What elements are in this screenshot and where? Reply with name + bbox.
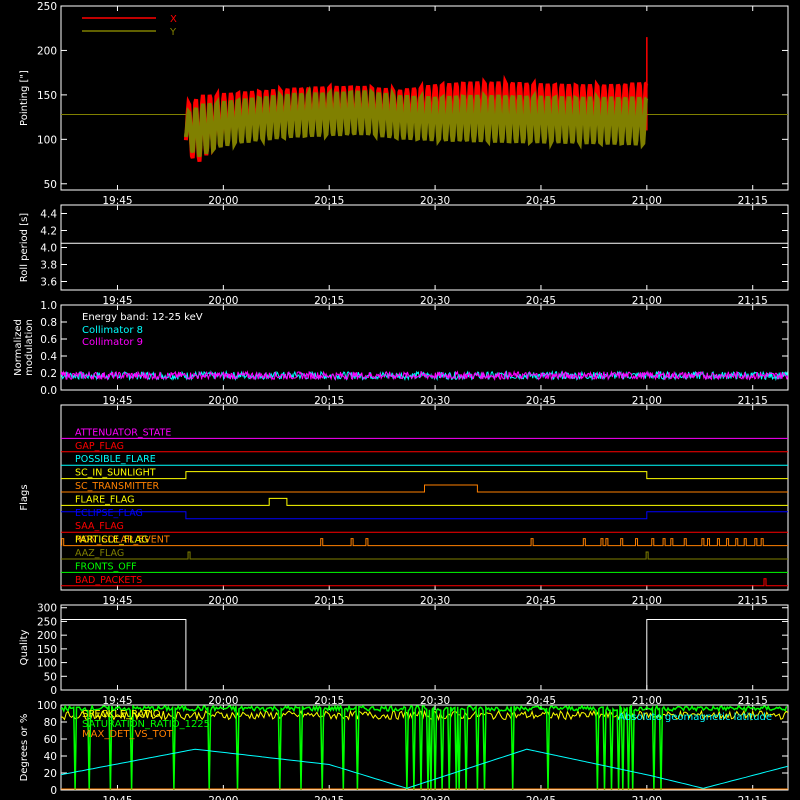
y-axis-label: Normalized — [13, 319, 24, 376]
legend-label-collimator-8: Collimator 8 — [82, 325, 143, 336]
flag-line-bad-packets — [61, 578, 788, 587]
modulation-plot-area — [61, 369, 788, 382]
x-tick-label: 20:30 — [420, 795, 450, 800]
y-tick-label: 50 — [44, 671, 57, 683]
pointing-plot-area — [61, 37, 788, 162]
y-tick-label: 150 — [37, 90, 57, 102]
lightcurve-figure: 19:45 20:00 20:15 20:30 20:45 21:00 21:1550100… — [13, 1, 789, 800]
panel-5: 19:45 20:00 20:15 20:30 20:45 21:00 21:1505010… — [19, 603, 789, 707]
y-axis-label: modulation — [24, 319, 35, 376]
y-tick-label: 150 — [37, 644, 57, 656]
flag-label-eclipse-flag: ECLIPSE_FLAG — [75, 508, 143, 519]
panel-1: 19:45 20:00 20:15 20:30 20:45 21:00 21:1550100… — [19, 1, 789, 207]
y-tick-label: 80 — [44, 717, 57, 729]
y-tick-label: 0.6 — [40, 334, 57, 346]
flag-label-aaz-flag: AAZ_FLAG — [75, 548, 124, 559]
flag-label-particle-flag: PARTICLE_FLAG — [75, 535, 148, 546]
y-tick-label: 100 — [37, 700, 57, 712]
x-tick-label: 21:15 — [738, 795, 768, 800]
y-tick-label: 250 — [37, 1, 57, 13]
y-tick-label: 0.0 — [40, 385, 57, 397]
y-axis-label: Pointing ["] — [19, 70, 30, 126]
y-tick-label: 200 — [37, 45, 57, 57]
y-tick-label: 40 — [44, 751, 57, 763]
panel-2: 19:45 20:00 20:15 20:30 20:45 21:00 21:153.63.… — [19, 204, 789, 307]
y-tick-label: 0.2 — [40, 368, 57, 380]
flag-line-sc-transmitter — [61, 484, 788, 493]
quality-line — [61, 619, 788, 691]
panel-4: 19:45 20:00 20:15 20:30 20:45 21:00 21:15Flags… — [19, 404, 789, 607]
panel-6: 19:45 20:00 20:15 20:30 20:45 21:00 21:15 0 20 40… — [19, 700, 789, 800]
y-tick-label: 0.8 — [40, 317, 57, 329]
x-tick-label: 20:00 — [208, 795, 238, 800]
y-tick-label: 3.6 — [40, 277, 57, 289]
flag-line-flare-flag — [61, 497, 788, 506]
y-tick-label: 0 — [50, 685, 57, 697]
flag-label-gap-flag: GAP_FLAG — [75, 441, 124, 452]
flag-line-sc-in-sunlight — [61, 471, 788, 480]
flag-line-aaz-flag — [61, 551, 788, 560]
y-tick-label: 4.4 — [40, 209, 57, 221]
x-tick-label: 20:45 — [526, 795, 556, 800]
legend-label-collimator-9: Collimator 9 — [82, 337, 143, 348]
legend-label-geomagnetic-latitude: Absolute geomagnetic latitude — [618, 712, 772, 723]
flag-label-saa-flag: SAA_FLAG — [75, 521, 124, 532]
legend-label-y: Y — [169, 27, 177, 38]
legend-label-max-det-vs-tot: MAX_DET_VS_TOT — [82, 729, 174, 740]
flag-label-attenuator-state: ATTENUATOR_STATE — [75, 427, 171, 438]
y-tick-label: 20 — [44, 768, 57, 780]
y-axis-label: Quality — [19, 630, 30, 666]
y-tick-label: 0.4 — [40, 351, 57, 363]
panel-frame — [60, 204, 789, 291]
x-tick-label: 20:15 — [314, 795, 344, 800]
energy-band-annotation: Energy band: 12-25 keV — [82, 312, 203, 323]
flag-label-flare-flag: FLARE_FLAG — [75, 494, 135, 505]
flag-label-fronts-off: FRONTS_OFF — [75, 561, 137, 572]
y-tick-label: 100 — [37, 658, 57, 670]
y-tick-label: 4.0 — [40, 243, 57, 255]
panel-frame — [60, 604, 789, 691]
y-tick-label: 1.0 — [40, 300, 57, 312]
flag-label-possible-flare: POSSIBLE_FLARE — [75, 454, 156, 465]
panel-3: 19:45 20:00 20:15 20:30 20:45 21:00 21:150.00.… — [13, 300, 789, 407]
y-tick-label: 0 — [50, 785, 57, 797]
y-tick-label: 250 — [37, 616, 57, 628]
y-tick-label: 60 — [44, 734, 57, 746]
y-tick-label: 300 — [37, 603, 57, 615]
y-tick-label: 4.2 — [40, 226, 57, 238]
x-tick-label: 21:00 — [632, 795, 662, 800]
y-tick-label: 200 — [37, 630, 57, 642]
flag-line-non-solar-event — [61, 538, 788, 547]
y-tick-label: 100 — [37, 134, 57, 146]
flag-label-bad-packets: BAD_PACKETS — [75, 575, 142, 586]
y-axis-label: Roll period [s] — [19, 213, 30, 282]
y-tick-label: 50 — [44, 179, 57, 191]
flag-label-sc-in-sunlight: SC_IN_SUNLIGHT — [75, 468, 156, 479]
y-tick-label: 3.8 — [40, 260, 57, 272]
y-axis-label: Degrees or % — [19, 714, 30, 782]
legend-label-x: X — [170, 14, 177, 25]
flag-label-sc-transmitter: SC_TRANSMITTER — [75, 481, 160, 492]
x-tick-label: 19:45 — [102, 795, 132, 800]
series-geomagnetic-latitude — [61, 748, 788, 789]
flag-line-eclipse-flag — [61, 511, 788, 520]
y-axis-label: Flags — [19, 484, 30, 510]
